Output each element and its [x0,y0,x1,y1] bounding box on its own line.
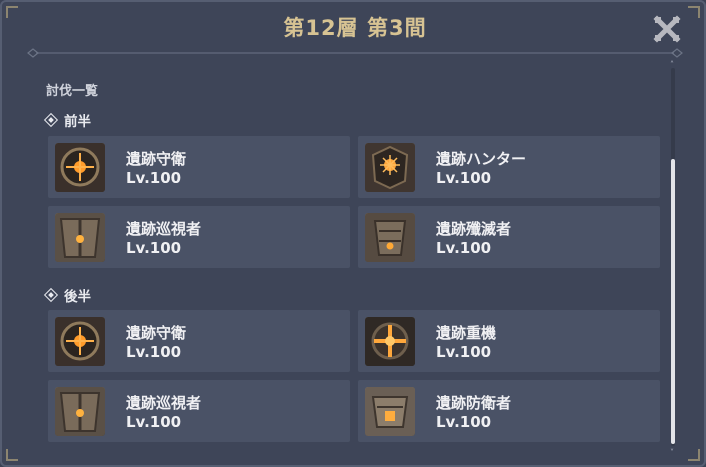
scroll-down-icon[interactable]: ˅ [670,448,676,457]
enemy-level: Lv.100 [436,239,492,257]
page-title: 第12層 第3間 [283,16,427,40]
enemy-level: Lv.100 [436,413,492,431]
corner-ornament [688,449,700,461]
enemy-card[interactable]: 遺跡重機 Lv.100 [358,310,660,372]
close-icon[interactable] [652,14,682,44]
enemy-level: Lv.100 [126,169,182,187]
domain-floor-panel: 第12層 第3間 討伐一覧 前半 遺跡守衛 Lv.100 遺跡ハンター Lv.1… [0,0,706,467]
title-divider [27,48,683,58]
enemy-name: 遺跡防衛者 [436,394,512,412]
corner-ornament [6,449,18,461]
scrollbar-thumb[interactable] [671,159,675,444]
ruin-guard-icon [55,143,105,192]
ruin-hunter-icon [365,143,415,192]
group-label-text: 後半 [64,289,91,305]
close-button[interactable] [652,14,682,44]
enemy-name: 遺跡殲滅者 [436,220,512,238]
section-heading: 討伐一覧 [46,84,99,99]
enemy-level: Lv.100 [126,239,182,257]
group-label-first-half: 前半 [43,110,91,130]
enemy-level: Lv.100 [436,169,492,187]
enemy-name: 遺跡守衛 [126,150,187,168]
ruin-cruiser-icon [55,387,105,436]
enemy-card[interactable]: 遺跡ハンター Lv.100 [358,136,660,198]
ruin-defender-icon [365,387,415,436]
enemy-name: 遺跡巡視者 [126,394,202,412]
enemy-level: Lv.100 [436,343,492,361]
ruin-guard-icon [55,317,105,366]
enemy-level: Lv.100 [126,343,182,361]
ruin-cruiser-icon [55,213,105,262]
diamond-icon [43,112,59,128]
enemy-level: Lv.100 [126,413,182,431]
enemy-name: 遺跡守衛 [126,324,187,342]
enemy-card[interactable]: 遺跡防衛者 Lv.100 [358,380,660,442]
ruin-grader-icon [365,317,415,366]
ruin-destroyer-icon [365,213,415,262]
enemy-list[interactable]: 討伐一覧 前半 遺跡守衛 Lv.100 遺跡ハンター Lv.100 遺跡巡視者 … [43,64,662,454]
diamond-icon [43,287,59,303]
enemy-card[interactable]: 遺跡巡視者 Lv.100 [48,206,350,268]
group-label-second-half: 後半 [43,285,91,305]
group-label-text: 前半 [64,114,91,130]
enemy-name: 遺跡重機 [436,324,497,342]
enemy-name: 遺跡巡視者 [126,220,202,238]
enemy-card[interactable]: 遺跡守衛 Lv.100 [48,310,350,372]
enemy-card[interactable]: 遺跡巡視者 Lv.100 [48,380,350,442]
enemy-card[interactable]: 遺跡守衛 Lv.100 [48,136,350,198]
scroll-up-icon[interactable]: ˄ [670,60,676,69]
enemy-name: 遺跡ハンター [436,150,527,168]
enemy-card[interactable]: 遺跡殲滅者 Lv.100 [358,206,660,268]
